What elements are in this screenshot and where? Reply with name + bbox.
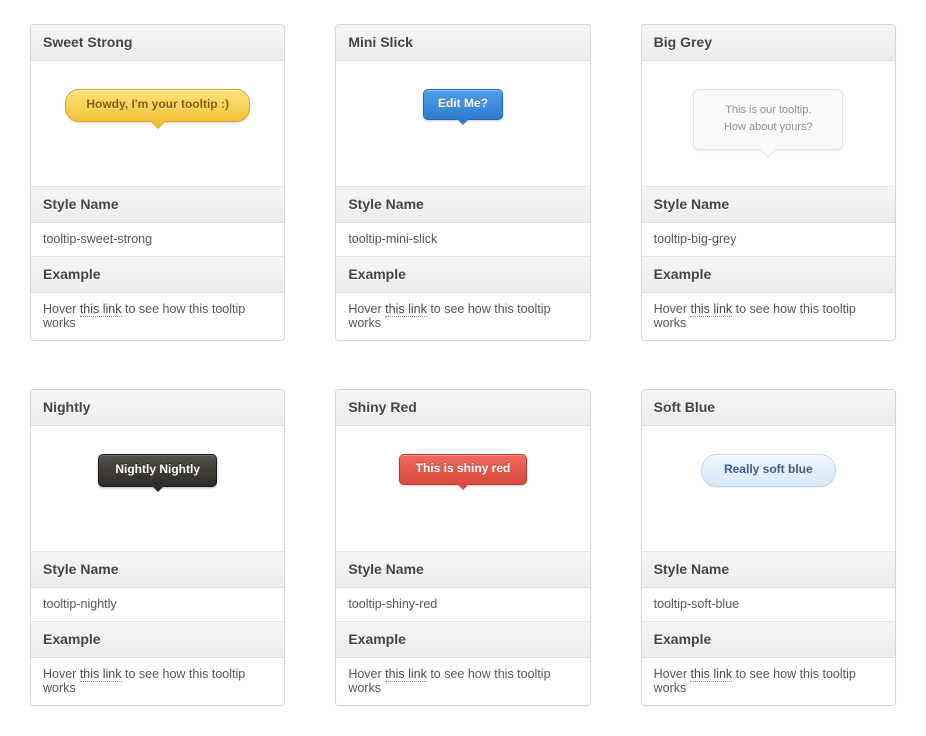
tooltip-preview: Edit Me? — [336, 61, 589, 187]
example-prefix: Hover — [654, 302, 691, 316]
example-link[interactable]: this link — [80, 667, 122, 682]
style-name-label: Style Name — [642, 552, 895, 588]
example-text: Hover this link to see how this tooltip … — [642, 658, 895, 705]
example-text: Hover this link to see how this tooltip … — [31, 658, 284, 705]
style-name-value: tooltip-shiny-red — [336, 588, 589, 622]
example-label: Example — [642, 622, 895, 658]
example-prefix: Hover — [43, 667, 80, 681]
example-prefix: Hover — [43, 302, 80, 316]
example-link[interactable]: this link — [690, 302, 732, 317]
example-label: Example — [31, 622, 284, 658]
tooltip-bubble: Nightly Nightly — [98, 454, 217, 487]
example-text: Hover this link to see how this tooltip … — [336, 293, 589, 340]
example-label: Example — [336, 622, 589, 658]
style-name-label: Style Name — [336, 187, 589, 223]
example-text: Hover this link to see how this tooltip … — [642, 293, 895, 340]
tooltip-text: This is shiny red — [416, 461, 511, 475]
example-link[interactable]: this link — [385, 302, 427, 317]
example-prefix: Hover — [654, 667, 691, 681]
example-link[interactable]: this link — [80, 302, 122, 317]
style-name-value: tooltip-soft-blue — [642, 588, 895, 622]
card: Shiny Red This is shiny red Style Nametool… — [335, 389, 590, 706]
card: Soft Blue Really soft blue Style Nametoolt… — [641, 389, 896, 706]
example-label: Example — [642, 257, 895, 293]
tooltip-bubble: This is our tooltip.How about yours? — [693, 89, 843, 150]
tooltip-arrow-icon — [151, 121, 165, 128]
example-link[interactable]: this link — [385, 667, 427, 682]
style-name-label: Style Name — [31, 187, 284, 223]
tooltip-text: Edit Me? — [438, 96, 488, 110]
style-name-value: tooltip-big-grey — [642, 223, 895, 257]
tooltip-text: Really soft blue — [724, 462, 813, 476]
example-text: Hover this link to see how this tooltip … — [336, 658, 589, 705]
card: Nightly Nightly Nightly Style Nametooltip-… — [30, 389, 285, 706]
card: Sweet Strong Howdy, I'm your tooltip :) St… — [30, 24, 285, 341]
style-name-value: tooltip-sweet-strong — [31, 223, 284, 257]
style-name-label: Style Name — [31, 552, 284, 588]
card-title: Soft Blue — [642, 390, 895, 426]
card: Mini Slick Edit Me? Style Nametooltip-mini… — [335, 24, 590, 341]
tooltip-preview: This is our tooltip.How about yours? — [642, 61, 895, 187]
example-link[interactable]: this link — [690, 667, 732, 682]
tooltip-preview: Really soft blue — [642, 426, 895, 552]
tooltip-arrow-icon — [457, 484, 469, 490]
card-title: Sweet Strong — [31, 25, 284, 61]
example-label: Example — [31, 257, 284, 293]
example-label: Example — [336, 257, 589, 293]
style-name-label: Style Name — [336, 552, 589, 588]
card-title: Big Grey — [642, 25, 895, 61]
tooltip-arrow-icon — [760, 149, 776, 157]
card-title: Mini Slick — [336, 25, 589, 61]
tooltip-bubble: Really soft blue — [701, 454, 836, 487]
style-name-label: Style Name — [642, 187, 895, 223]
tooltip-bubble: This is shiny red — [399, 454, 528, 485]
example-prefix: Hover — [348, 302, 385, 316]
tooltip-text: Howdy, I'm your tooltip :) — [86, 97, 229, 111]
tooltip-arrow-icon — [152, 486, 164, 492]
style-name-value: tooltip-nightly — [31, 588, 284, 622]
example-prefix: Hover — [348, 667, 385, 681]
tooltip-preview: Howdy, I'm your tooltip :) — [31, 61, 284, 187]
style-name-value: tooltip-mini-slick — [336, 223, 589, 257]
tooltip-preview: Nightly Nightly — [31, 426, 284, 552]
card-title: Shiny Red — [336, 390, 589, 426]
tooltip-bubble: Howdy, I'm your tooltip :) — [65, 89, 250, 122]
tooltip-text: This is our tooltip.How about yours? — [724, 104, 813, 133]
example-text: Hover this link to see how this tooltip … — [31, 293, 284, 340]
tooltip-bubble: Edit Me? — [423, 89, 503, 120]
tooltip-text: Nightly Nightly — [115, 462, 200, 476]
card-title: Nightly — [31, 390, 284, 426]
card: Big Grey This is our tooltip.How about yo… — [641, 24, 896, 341]
tooltip-arrow-icon — [457, 119, 469, 125]
tooltip-preview: This is shiny red — [336, 426, 589, 552]
